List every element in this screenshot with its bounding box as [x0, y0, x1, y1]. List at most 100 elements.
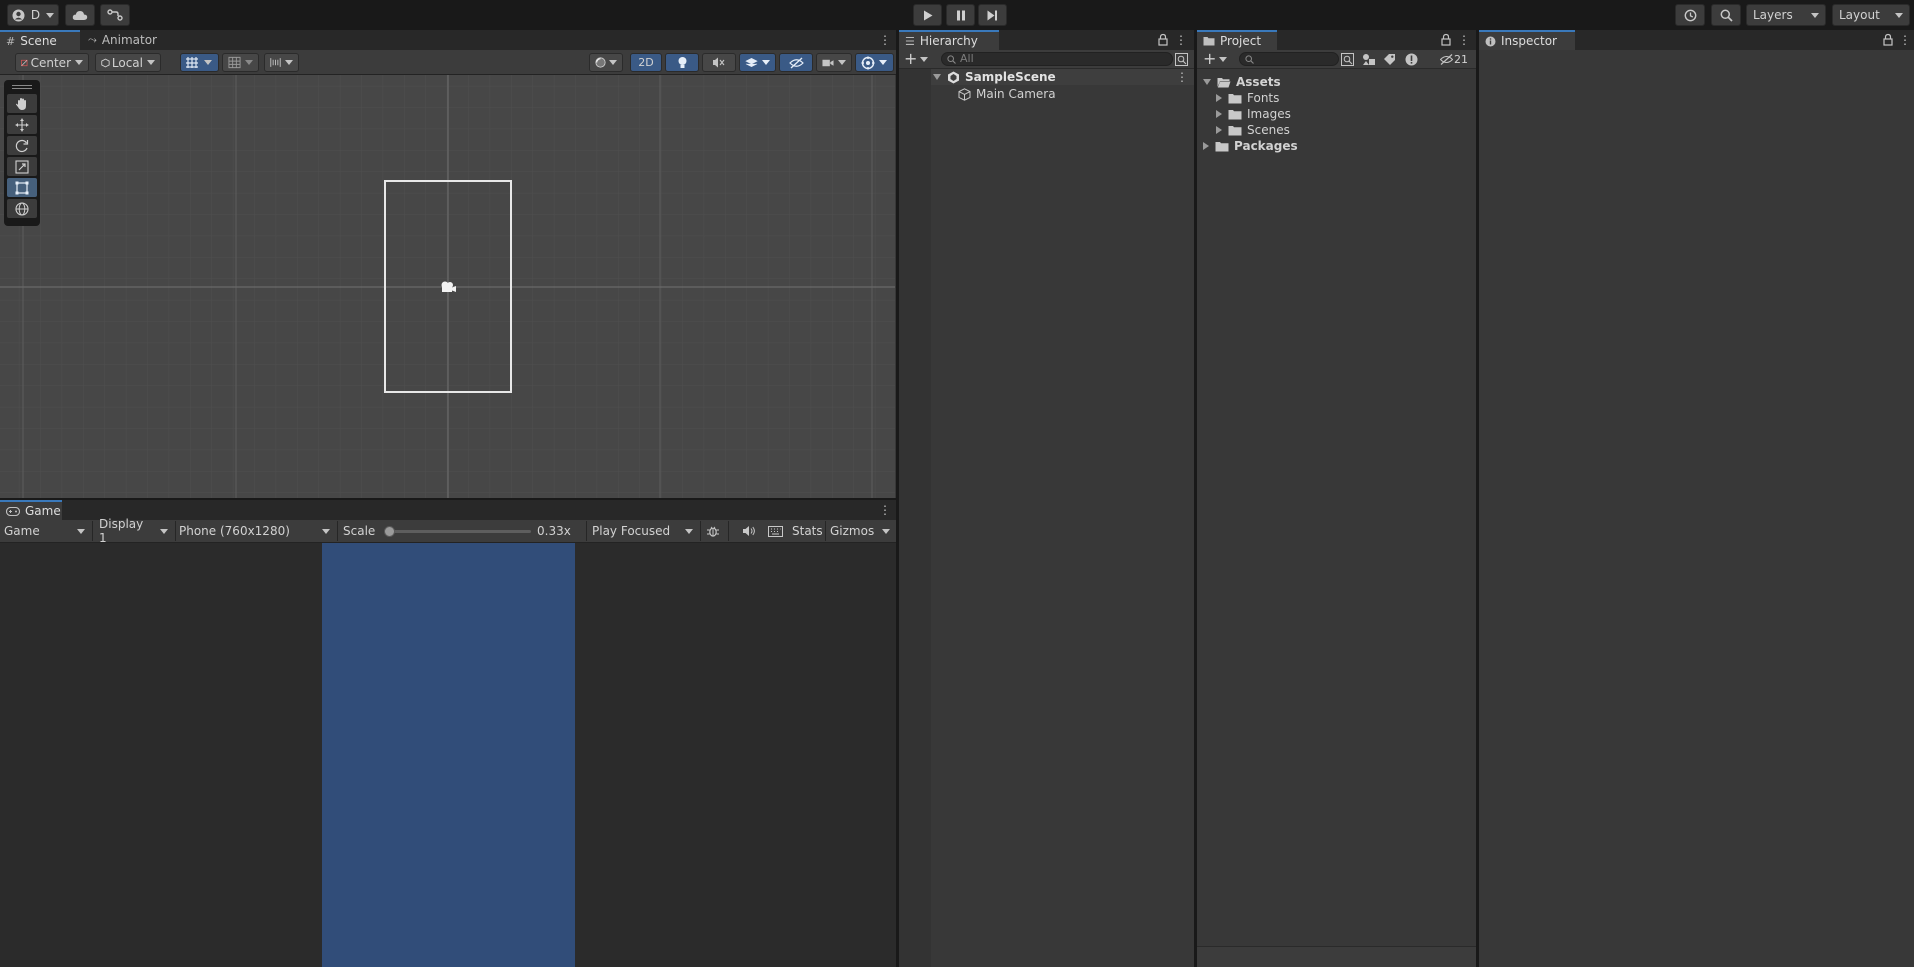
- play-button[interactable]: [913, 4, 942, 26]
- lock-icon[interactable]: [1440, 33, 1452, 47]
- console-warning-icon[interactable]: [1405, 53, 1418, 66]
- stats-toggle[interactable]: Stats: [792, 521, 823, 541]
- scene-toolbar: Center Local 2D: [0, 50, 896, 75]
- create-object-button[interactable]: +: [904, 51, 929, 67]
- search-button[interactable]: [1711, 4, 1741, 26]
- account-dropdown[interactable]: D: [7, 4, 59, 26]
- hierarchy-search-input[interactable]: All: [941, 52, 1173, 66]
- camera-gizmo-icon[interactable]: [439, 280, 457, 294]
- resolution-select[interactable]: Phone (760x1280): [179, 521, 333, 541]
- panel-divider[interactable]: [0, 498, 896, 500]
- scene-search-icon[interactable]: [1175, 53, 1188, 66]
- transform-tool[interactable]: [7, 199, 37, 218]
- expand-arrow-icon[interactable]: [933, 74, 941, 80]
- scene-menu-icon[interactable]: ⋮: [879, 32, 891, 48]
- mode-2d-toggle[interactable]: 2D: [630, 53, 662, 72]
- folder-icon: [1228, 125, 1242, 135]
- resolution-label: Phone (760x1280): [179, 524, 290, 538]
- folder-icon: [1228, 93, 1242, 103]
- inspector-menu-icon[interactable]: ⋮: [1899, 32, 1911, 48]
- pivot-icon: [21, 59, 28, 66]
- gizmos-select[interactable]: Gizmos: [830, 521, 893, 541]
- search-by-scene-icon[interactable]: [1341, 53, 1354, 66]
- step-button[interactable]: [978, 4, 1007, 26]
- project-item-assets[interactable]: Assets: [1203, 74, 1281, 90]
- hierarchy-scene-row[interactable]: SampleScene ⋮: [931, 69, 1194, 85]
- palette-drag-handle[interactable]: [12, 85, 32, 89]
- game-menu-icon[interactable]: ⋮: [879, 502, 891, 518]
- layers-dropdown[interactable]: Layers: [1746, 4, 1826, 26]
- project-search-input[interactable]: [1239, 52, 1339, 66]
- project-item-packages[interactable]: Packages: [1203, 138, 1298, 154]
- scene-visibility-toggle[interactable]: [779, 53, 813, 72]
- gizmos-dropdown[interactable]: [855, 53, 894, 72]
- expand-arrow-icon[interactable]: [1216, 110, 1222, 118]
- game-view-select[interactable]: Game: [4, 521, 88, 541]
- display-select[interactable]: Display 1: [99, 517, 171, 545]
- mute-audio-toggle[interactable]: [740, 521, 758, 541]
- play-icon: [923, 10, 932, 20]
- scale-slider[interactable]: [384, 526, 531, 537]
- audio-toggle[interactable]: [702, 53, 736, 72]
- project-panel: Project ⋮ + 21 Assets Fonts Images Scene…: [1197, 30, 1476, 967]
- lock-icon[interactable]: [1882, 33, 1894, 47]
- rect-tool[interactable]: [7, 178, 37, 197]
- pause-icon: [956, 10, 965, 20]
- hierarchy-menu-icon[interactable]: ⋮: [1175, 32, 1187, 48]
- undo-history-button[interactable]: [1675, 4, 1705, 26]
- shortcuts-toggle[interactable]: [766, 521, 784, 541]
- expand-arrow-icon[interactable]: [1216, 126, 1222, 134]
- project-item-scenes[interactable]: Scenes: [1216, 122, 1290, 138]
- lighting-toggle[interactable]: [665, 53, 699, 72]
- expand-arrow-icon[interactable]: [1203, 79, 1211, 85]
- play-mode-select[interactable]: Play Focused: [592, 521, 696, 541]
- scale-slider-thumb[interactable]: [384, 526, 395, 537]
- packages-label: Packages: [1234, 139, 1298, 153]
- game-viewport[interactable]: [0, 543, 896, 967]
- tab-game[interactable]: Game: [0, 500, 62, 520]
- project-menu-icon[interactable]: ⋮: [1458, 32, 1470, 48]
- scene-viewport[interactable]: [0, 75, 895, 498]
- expand-arrow-icon[interactable]: [1203, 142, 1209, 150]
- speaker-icon: [743, 526, 755, 536]
- project-item-images[interactable]: Images: [1216, 106, 1291, 122]
- account-label: D: [30, 8, 41, 22]
- game-camera-render[interactable]: [322, 543, 575, 967]
- pivot-center-dropdown[interactable]: Center: [15, 53, 89, 72]
- layout-dropdown[interactable]: Layout: [1832, 4, 1910, 26]
- grid-visibility-dropdown[interactable]: [222, 53, 259, 72]
- scene-options-icon[interactable]: ⋮: [1176, 69, 1188, 85]
- tab-project[interactable]: Project: [1197, 30, 1277, 50]
- draw-mode-dropdown[interactable]: [589, 53, 623, 72]
- expand-arrow-icon[interactable]: [1216, 94, 1222, 102]
- rotate-tool[interactable]: [7, 136, 37, 155]
- cloud-button[interactable]: [65, 4, 95, 26]
- move-tool[interactable]: [7, 115, 37, 134]
- effects-dropdown[interactable]: [739, 53, 776, 72]
- increment-snap-dropdown[interactable]: [264, 53, 299, 72]
- pause-button[interactable]: [946, 4, 975, 26]
- hidden-packages-toggle[interactable]: 21: [1440, 51, 1468, 68]
- project-item-fonts[interactable]: Fonts: [1216, 90, 1279, 106]
- hidden-eye-icon: [1440, 54, 1453, 65]
- space-local-dropdown[interactable]: Local: [95, 53, 161, 72]
- collab-button[interactable]: [100, 4, 130, 26]
- tab-inspector[interactable]: Inspector: [1479, 30, 1575, 50]
- tab-animator[interactable]: ⤳ Animator: [82, 30, 172, 50]
- tab-hierarchy[interactable]: ☰ Hierarchy: [899, 30, 999, 50]
- chevron-down-icon: [920, 56, 929, 62]
- scale-tool[interactable]: [7, 157, 37, 176]
- hierarchy-item-main-camera[interactable]: Main Camera: [958, 86, 1056, 102]
- create-asset-button[interactable]: +: [1203, 51, 1228, 67]
- filter-by-label-icon[interactable]: [1383, 53, 1396, 66]
- filter-by-type-icon[interactable]: [1362, 53, 1376, 66]
- debug-toggle[interactable]: [704, 521, 722, 541]
- lock-icon[interactable]: [1157, 33, 1169, 47]
- rotate-icon: [15, 139, 29, 152]
- camera-settings-dropdown[interactable]: [816, 53, 852, 72]
- tab-scene[interactable]: # Scene: [0, 30, 80, 50]
- shading-sphere-icon: [595, 57, 606, 68]
- hand-tool[interactable]: [7, 94, 37, 113]
- grid-snap-toggle[interactable]: [180, 53, 219, 72]
- effects-layers-icon: [745, 58, 758, 67]
